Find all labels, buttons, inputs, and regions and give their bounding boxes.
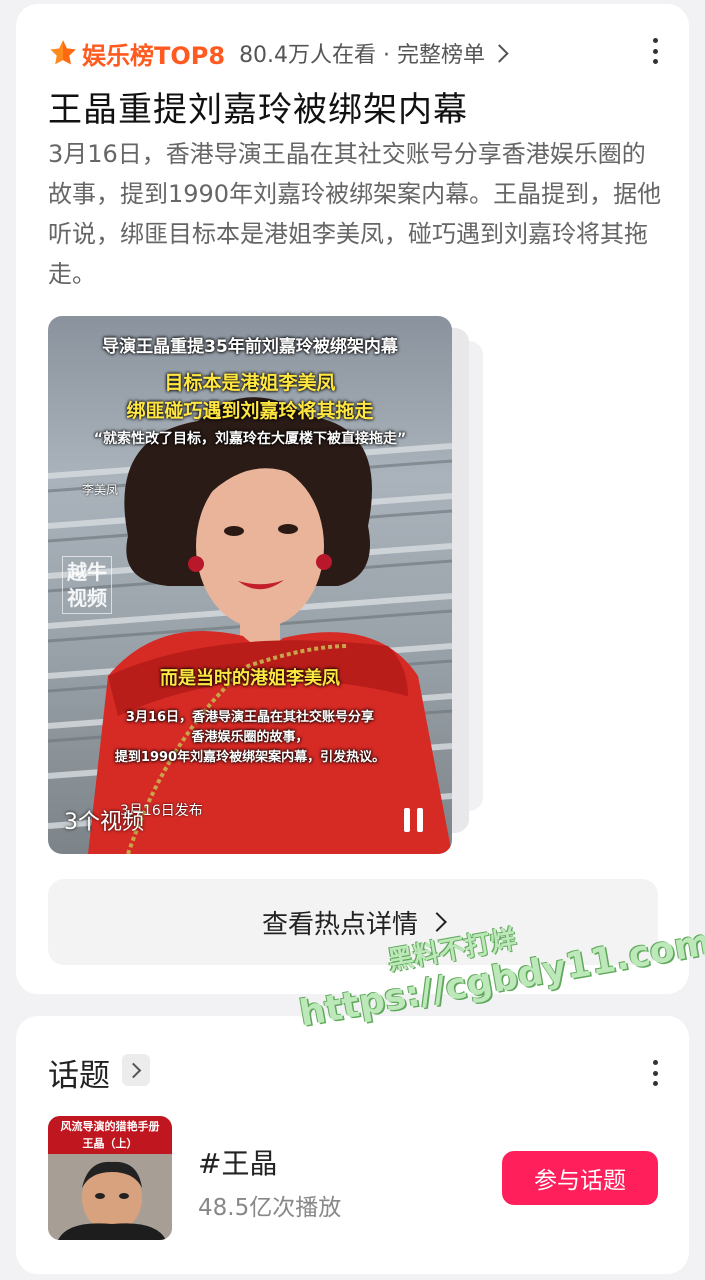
topic-card: 话题 风流导演的猎艳手册 王晶（上） #王晶 48.5亿次播放 参与话题 — [16, 1016, 689, 1274]
overlay-quote: “就索性改了目标，刘嘉玲在大厦楼下被直接拖走” — [93, 431, 407, 447]
man-portrait — [48, 1154, 172, 1240]
overlay-highlight-1: 目标本是港姐李美凤 — [164, 372, 336, 394]
pause-icon[interactable] — [404, 808, 426, 832]
topic-section-title[interactable]: 话题 — [48, 1050, 110, 1095]
hot-topic-card[interactable]: 娱乐榜TOP8 80.4万人在看 · 完整榜单 王晶重提刘嘉玲被绑架内幕 3月1… — [16, 4, 689, 994]
name-tag: 李美凤 — [82, 483, 119, 497]
view-details-label: 查看热点详情 — [261, 908, 418, 939]
join-topic-button[interactable]: 参与话题 — [502, 1151, 658, 1205]
summary-text: 3月16日，香港导演王晶在其社交账号分享香港娱乐圈的故事，提到1990年刘嘉玲被… — [48, 140, 662, 288]
channel-logo: 越牛视频 — [62, 556, 112, 614]
video-player[interactable]: 导演王晶重提35年前刘嘉玲被绑架内幕 目标本是港姐李美凤 绑匪碰巧遇到刘嘉玲将其… — [48, 316, 452, 854]
topic-name[interactable]: #王晶 — [198, 1142, 277, 1182]
headline[interactable]: 王晶重提刘嘉玲被绑架内幕 — [48, 82, 468, 131]
topic-play-count: 48.5亿次播放 — [198, 1195, 342, 1221]
view-details-button[interactable]: 查看热点详情 — [48, 879, 658, 965]
overlay-title: 导演王晶重提35年前刘嘉玲被绑架内幕 — [102, 337, 398, 357]
chevron-right-icon — [490, 43, 509, 63]
rank-row[interactable]: 娱乐榜TOP8 80.4万人在看 · 完整榜单 — [48, 34, 509, 72]
more-options-icon[interactable] — [651, 36, 659, 66]
rank-meta[interactable]: 80.4万人在看 · 完整榜单 — [239, 37, 485, 69]
video-count: 3个视频 — [64, 810, 144, 835]
chevron-right-icon[interactable] — [122, 1054, 150, 1086]
topic-thumbnail[interactable]: 风流导演的猎艳手册 王晶（上） — [48, 1116, 172, 1240]
star-icon — [50, 40, 76, 65]
more-options-icon[interactable] — [651, 1058, 659, 1088]
overlay-highlight-2: 绑匪碰巧遇到刘嘉玲将其拖走 — [126, 400, 374, 422]
overlay-caption-highlight: 而是当时的港姐李美凤 — [160, 668, 340, 689]
rank-label: 娱乐榜TOP8 — [82, 41, 226, 70]
chevron-right-icon — [427, 912, 447, 932]
overlay-caption: 3月16日，香港导演王晶在其社交账号分享 香港娱乐圈的故事， 提到1990年刘嘉… — [114, 710, 386, 765]
thumbnail-banner: 风流导演的猎艳手册 王晶（上） — [48, 1116, 172, 1154]
